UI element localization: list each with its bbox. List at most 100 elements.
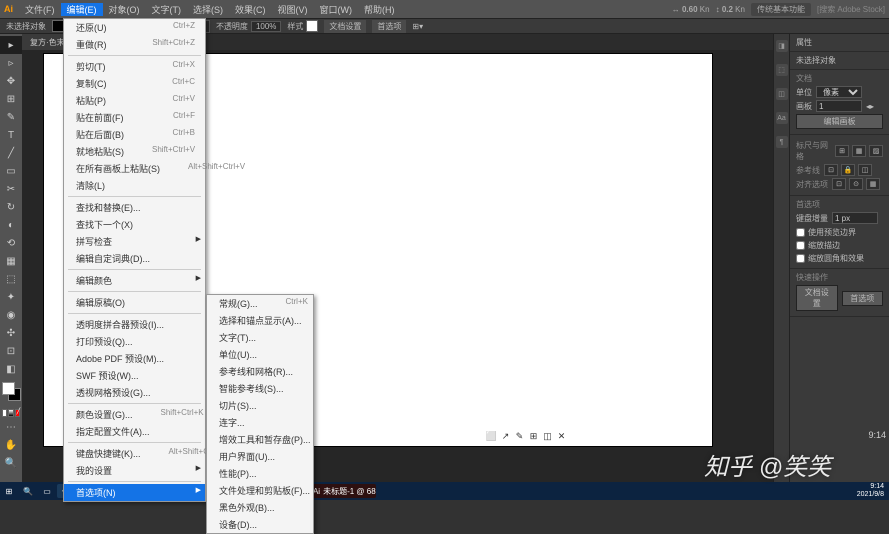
align-icon[interactable]: ⊞▾ xyxy=(412,22,423,31)
menu-item[interactable]: 拼写检查 xyxy=(64,233,205,250)
submenu-item[interactable]: 智能参考线(S)... xyxy=(207,380,313,397)
menu-item[interactable]: 查找和替换(E)... xyxy=(64,199,205,216)
chk-scale-corners[interactable]: 缩放圆角和效果 xyxy=(796,252,883,265)
menu-item[interactable]: 粘贴(P)Ctrl+V xyxy=(64,92,205,109)
floaty-icon-5[interactable]: ◫ xyxy=(542,431,553,442)
submenu-item[interactable]: 性能(P)... xyxy=(207,465,313,482)
transparency-grid-icon[interactable]: ▨ xyxy=(869,145,883,157)
collapsed-panel-icon[interactable]: ◫ xyxy=(776,88,788,100)
menu-item[interactable]: 在所有画板上粘贴(S)Alt+Shift+Ctrl+V xyxy=(64,160,205,177)
chk-preview-bounds[interactable]: 使用预览边界 xyxy=(796,226,883,239)
menu-item[interactable]: 复制(C)Ctrl+C xyxy=(64,75,205,92)
color-mode-toggles[interactable]: ╱ xyxy=(2,409,20,417)
tool-rectangle[interactable]: ▭ xyxy=(0,162,22,180)
menu-item[interactable]: 编辑原稿(O) xyxy=(64,294,205,311)
menu-item[interactable]: 颜色设置(G)...Shift+Ctrl+K xyxy=(64,406,205,423)
prefs-btn[interactable]: 首选项 xyxy=(372,20,406,33)
submenu-item[interactable]: 文件处理和剪贴板(F)... xyxy=(207,482,313,499)
submenu-item[interactable]: 文字(T)... xyxy=(207,329,313,346)
tool-artboard[interactable]: ✣ xyxy=(0,324,22,342)
menu-item[interactable]: 我的设置 xyxy=(64,462,205,479)
menu-item[interactable]: 剪切(T)Ctrl+X xyxy=(64,58,205,75)
collapsed-panel-icon[interactable]: ⬚ xyxy=(776,64,788,76)
tool-type[interactable]: T xyxy=(0,126,22,144)
tool-lasso[interactable]: ⊞ xyxy=(0,90,22,108)
tool-zoom[interactable]: 🔍 xyxy=(0,454,22,472)
menu-edit[interactable]: 编辑(E) xyxy=(61,3,103,16)
tool-perspective[interactable]: ◧ xyxy=(0,360,22,378)
menu-item[interactable]: 首选项(N) xyxy=(64,484,205,501)
floaty-icon-3[interactable]: ✎ xyxy=(514,431,525,442)
submenu-item[interactable]: 增效工具和暂存盘(P)... xyxy=(207,431,313,448)
floaty-icon-2[interactable]: ↗ xyxy=(500,431,511,442)
floaty-icon-1[interactable]: ⬜ xyxy=(486,431,497,442)
menu-item[interactable]: 键盘快捷键(K)...Alt+Shift+Ctrl+K xyxy=(64,445,205,462)
smart-guides-icon[interactable]: ◫ xyxy=(858,164,872,176)
tool-more[interactable]: ⋯ xyxy=(0,418,22,436)
tool-line[interactable]: ╱ xyxy=(0,144,22,162)
floaty-icon-4[interactable]: ⊞ xyxy=(528,431,539,442)
taskbar-item[interactable]: Ai未标题-1 @ 68.44... xyxy=(308,484,376,498)
menu-file[interactable]: 文件(F) xyxy=(19,3,61,16)
tool-scissors[interactable]: ✂ xyxy=(0,180,22,198)
quick-prefs-button[interactable]: 首选项 xyxy=(842,291,884,306)
menu-help[interactable]: 帮助(H) xyxy=(358,3,401,16)
menu-object[interactable]: 对象(O) xyxy=(103,3,146,16)
menu-item[interactable]: 透视网格预设(G)... xyxy=(64,384,205,401)
clock[interactable]: 9:142021/9/8 xyxy=(852,483,889,499)
tool-warp[interactable]: ⟲ xyxy=(0,234,22,252)
tool-mesh[interactable]: ▦ xyxy=(0,252,22,270)
tool-rotate[interactable]: ↻ xyxy=(0,198,22,216)
artboard-number[interactable] xyxy=(816,100,862,112)
chk-scale-strokes[interactable]: 缩放描边 xyxy=(796,239,883,252)
floaty-icon-6[interactable]: ✕ xyxy=(556,431,567,442)
collapsed-panel-icon[interactable]: ¶ xyxy=(776,136,788,148)
docsetup-btn[interactable]: 文档设置 xyxy=(324,20,366,33)
menu-item[interactable]: 就地粘贴(S)Shift+Ctrl+V xyxy=(64,143,205,160)
quick-docsetup-button[interactable]: 文档设置 xyxy=(796,285,838,311)
submenu-item[interactable]: 单位(U)... xyxy=(207,346,313,363)
tool-scale[interactable]: ◐ xyxy=(0,216,22,234)
artboard-nav-icon[interactable]: ◂▸ xyxy=(866,102,874,111)
stock-search[interactable]: [搜索 Adobe Stock] xyxy=(817,4,885,15)
style-swatch[interactable] xyxy=(306,20,318,32)
menu-item[interactable]: 贴在前面(F)Ctrl+F xyxy=(64,109,205,126)
menu-view[interactable]: 视图(V) xyxy=(272,3,314,16)
menu-item[interactable]: Adobe PDF 预设(M)... xyxy=(64,350,205,367)
tool-graph[interactable]: ◉ xyxy=(0,306,22,324)
ruler-icon[interactable]: ⊞ xyxy=(835,145,849,157)
taskview-icon[interactable]: ▭ xyxy=(38,487,56,496)
tool-direct-select[interactable]: ▹ xyxy=(0,54,22,72)
collapsed-panel-icon[interactable]: ◨ xyxy=(776,40,788,52)
menu-item[interactable]: 打印预设(Q)... xyxy=(64,333,205,350)
menu-item[interactable]: 指定配置文件(A)... xyxy=(64,423,205,440)
fill-stroke-control[interactable] xyxy=(2,382,20,404)
grid-icon[interactable]: ▦ xyxy=(852,145,866,157)
menu-item[interactable]: 还原(U)Ctrl+Z xyxy=(64,19,205,36)
menu-select[interactable]: 选择(S) xyxy=(187,3,229,16)
submenu-item[interactable]: 设备(D)... xyxy=(207,516,313,533)
edit-artboards-button[interactable]: 编辑画板 xyxy=(796,114,883,129)
menu-item[interactable]: 编辑颜色 xyxy=(64,272,205,289)
submenu-item[interactable]: 用户界面(U)... xyxy=(207,448,313,465)
submenu-item[interactable]: 切片(S)... xyxy=(207,397,313,414)
snap-grid-icon[interactable]: ▦ xyxy=(866,178,880,190)
tool-wand[interactable]: ✥ xyxy=(0,72,22,90)
lock-guides-icon[interactable]: 🔒 xyxy=(841,164,855,176)
menu-window[interactable]: 窗口(W) xyxy=(314,3,359,16)
menu-effect[interactable]: 效果(C) xyxy=(229,3,272,16)
submenu-item[interactable]: 常规(G)...Ctrl+K xyxy=(207,295,313,312)
submenu-item[interactable]: 黑色外观(B)... xyxy=(207,499,313,516)
snap-point-icon[interactable]: ⊙ xyxy=(849,178,863,190)
keyboard-increment[interactable] xyxy=(832,212,878,224)
collapsed-panel-icon[interactable]: Aa xyxy=(776,112,788,124)
submenu-item[interactable]: 选择和锚点显示(A)... xyxy=(207,312,313,329)
menu-item[interactable]: 编辑自定词典(D)... xyxy=(64,250,205,267)
menu-item[interactable]: SWF 预设(W)... xyxy=(64,367,205,384)
tool-selection[interactable]: ▸ xyxy=(0,36,22,54)
tool-pen[interactable]: ✎ xyxy=(0,108,22,126)
tool-gradient[interactable]: ⬚ xyxy=(0,270,22,288)
snap-pixel-icon[interactable]: ⊡ xyxy=(832,178,846,190)
opacity-field[interactable]: 100% xyxy=(251,21,281,32)
tool-hand[interactable]: ✋ xyxy=(0,436,22,454)
